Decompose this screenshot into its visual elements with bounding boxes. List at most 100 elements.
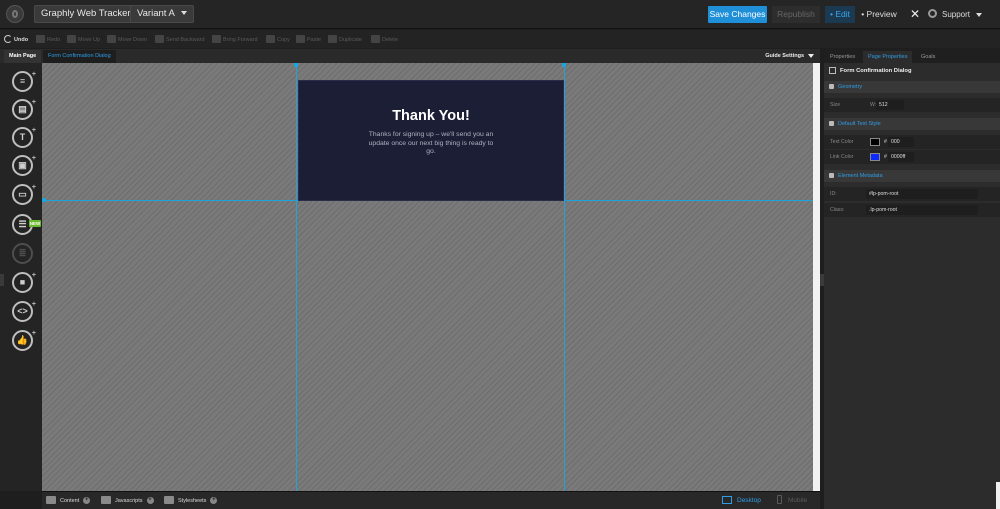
chevron-down-icon xyxy=(180,11,187,16)
desktop-icon xyxy=(722,495,732,504)
javascripts-icon xyxy=(101,496,111,505)
bring-forward-label: Bring Forward xyxy=(223,37,258,43)
delete-label: Delete xyxy=(382,37,398,43)
mobile-icon xyxy=(777,495,782,505)
width-input[interactable]: 512 xyxy=(876,100,904,110)
guide-settings-dropdown[interactable]: Guide Settings xyxy=(765,50,814,63)
mobile-view-button[interactable]: Mobile xyxy=(777,495,807,507)
hash-symbol: # xyxy=(884,154,887,160)
guide-handle[interactable] xyxy=(562,63,566,67)
box-tool-icon[interactable]: ▤ + xyxy=(12,99,36,120)
id-label: ID: xyxy=(830,191,837,197)
button-tool-icon[interactable]: ▭ + xyxy=(12,184,36,205)
guide-handle[interactable] xyxy=(42,198,46,202)
variant-dropdown[interactable]: Variant A xyxy=(130,5,194,23)
size-row: Size W: 512 xyxy=(824,98,1000,112)
page-title: Graphly Web Tracker xyxy=(41,8,131,19)
top-bar: Graphly Web Tracker Variant A Save Chang… xyxy=(0,0,1000,29)
save-changes-button[interactable]: Save Changes xyxy=(708,6,767,23)
tab-page-properties[interactable]: Page Properties xyxy=(863,51,913,63)
social-widget-tool-icon[interactable]: 👍 + xyxy=(12,330,36,351)
close-icon[interactable]: ✕ xyxy=(908,5,922,23)
panel-scrollbar[interactable] xyxy=(996,482,1000,509)
javascripts-button[interactable]: Javascripts + xyxy=(101,496,154,506)
chevron-down-icon xyxy=(976,12,983,17)
collapse-left-handle[interactable] xyxy=(0,274,4,286)
paste-label: Paste xyxy=(307,37,322,43)
link-color-swatch[interactable] xyxy=(870,153,880,161)
dialog-icon xyxy=(829,67,836,74)
paste-button[interactable]: Paste xyxy=(296,34,321,46)
send-backward-icon xyxy=(155,35,164,44)
custom-html-tool-icon[interactable]: <> + xyxy=(12,301,36,322)
tab-main-page[interactable]: Main Page xyxy=(4,50,42,63)
undo-label: Undo xyxy=(14,37,29,43)
copy-icon xyxy=(266,35,275,44)
text-style-title: Default Text Style xyxy=(838,121,881,127)
duplicate-label: Duplicate xyxy=(339,37,362,43)
preview-button[interactable]: • Preview xyxy=(857,6,901,23)
bring-forward-icon xyxy=(212,35,221,44)
class-row: Class: .lp-pom-root xyxy=(824,203,1000,217)
link-color-row: Link Color # 0000ff xyxy=(824,150,1000,164)
support-menu[interactable]: Support xyxy=(928,6,983,23)
add-icon[interactable]: + xyxy=(146,496,154,504)
confirmation-dialog[interactable]: Thank You! Thanks for signing up – we'll… xyxy=(298,80,564,201)
text-style-section-header[interactable]: Default Text Style xyxy=(824,118,1000,130)
stylesheets-label: Stylesheets xyxy=(178,498,207,504)
link-color-label: Link Color xyxy=(830,154,854,160)
guide-handle[interactable] xyxy=(294,63,298,67)
guide-line-vertical[interactable] xyxy=(296,63,297,491)
dialog-title[interactable]: Thank You! xyxy=(299,108,563,124)
new-badge: NEW xyxy=(29,220,41,227)
add-icon[interactable]: + xyxy=(83,496,91,504)
geometry-section-header[interactable]: Geometry xyxy=(824,81,1000,93)
canvas-scrollbar[interactable] xyxy=(813,63,820,491)
page-tabs: Main Page Form Confirmation Dialog Guide… xyxy=(0,49,820,63)
delete-button[interactable]: Delete xyxy=(371,34,398,46)
move-up-button[interactable]: Move Up xyxy=(67,34,100,46)
duplicate-icon xyxy=(328,35,337,44)
content-icon xyxy=(46,496,56,505)
tab-properties[interactable]: Properties xyxy=(825,51,860,63)
properties-panel: Properties Page Properties Goals Form Co… xyxy=(824,49,1000,509)
page-title-button[interactable]: Graphly Web Tracker xyxy=(34,5,138,23)
text-color-swatch[interactable] xyxy=(870,138,880,146)
stylesheets-button[interactable]: Stylesheets + xyxy=(164,496,218,506)
metadata-section-header[interactable]: Element Metadata xyxy=(824,170,1000,182)
copy-button[interactable]: Copy xyxy=(266,34,290,46)
text-tool-icon[interactable]: T + xyxy=(12,127,36,148)
republish-button[interactable]: Republish xyxy=(772,6,820,23)
dialog-body-text[interactable]: Thanks for signing up – we'll send you a… xyxy=(367,131,495,157)
send-backward-button[interactable]: Send Backward xyxy=(155,34,205,46)
content-button[interactable]: Content + xyxy=(46,496,91,506)
collapse-icon xyxy=(829,173,834,178)
duplicate-button[interactable]: Duplicate xyxy=(328,34,362,46)
section-tool-icon[interactable]: ≡ + xyxy=(12,71,36,92)
javascripts-label: Javascripts xyxy=(115,498,143,504)
support-icon xyxy=(928,9,937,19)
panel-header-title: Form Confirmation Dialog xyxy=(840,68,912,74)
guide-line-vertical[interactable] xyxy=(564,63,565,491)
redo-button[interactable]: Redo xyxy=(36,34,60,46)
tab-form-confirmation-dialog[interactable]: Form Confirmation Dialog xyxy=(43,50,116,63)
id-input[interactable]: #lp-pom-root xyxy=(866,189,978,199)
copy-label: Copy xyxy=(277,37,290,43)
image-tool-icon[interactable]: ▣ + xyxy=(12,155,36,176)
undo-button[interactable]: Undo xyxy=(4,34,28,46)
move-down-button[interactable]: Move Down xyxy=(107,34,147,46)
tab-goals[interactable]: Goals xyxy=(916,51,940,63)
text-color-input[interactable]: 000 xyxy=(888,137,914,147)
app-logo-icon[interactable] xyxy=(6,5,24,23)
bring-forward-button[interactable]: Bring Forward xyxy=(212,34,258,46)
desktop-view-button[interactable]: Desktop xyxy=(722,495,761,507)
edit-mode-button[interactable]: • Edit xyxy=(825,6,855,23)
page-canvas[interactable]: Thank You! Thanks for signing up – we'll… xyxy=(42,63,813,491)
desktop-label: Desktop xyxy=(737,497,761,504)
add-icon[interactable]: + xyxy=(210,496,218,504)
list-tool-icon: ≣ xyxy=(12,243,33,264)
redo-label: Redo xyxy=(47,37,61,43)
video-tool-icon[interactable]: ■ + xyxy=(12,272,36,293)
link-color-input[interactable]: 0000ff xyxy=(888,152,914,162)
class-input[interactable]: .lp-pom-root xyxy=(866,205,978,215)
